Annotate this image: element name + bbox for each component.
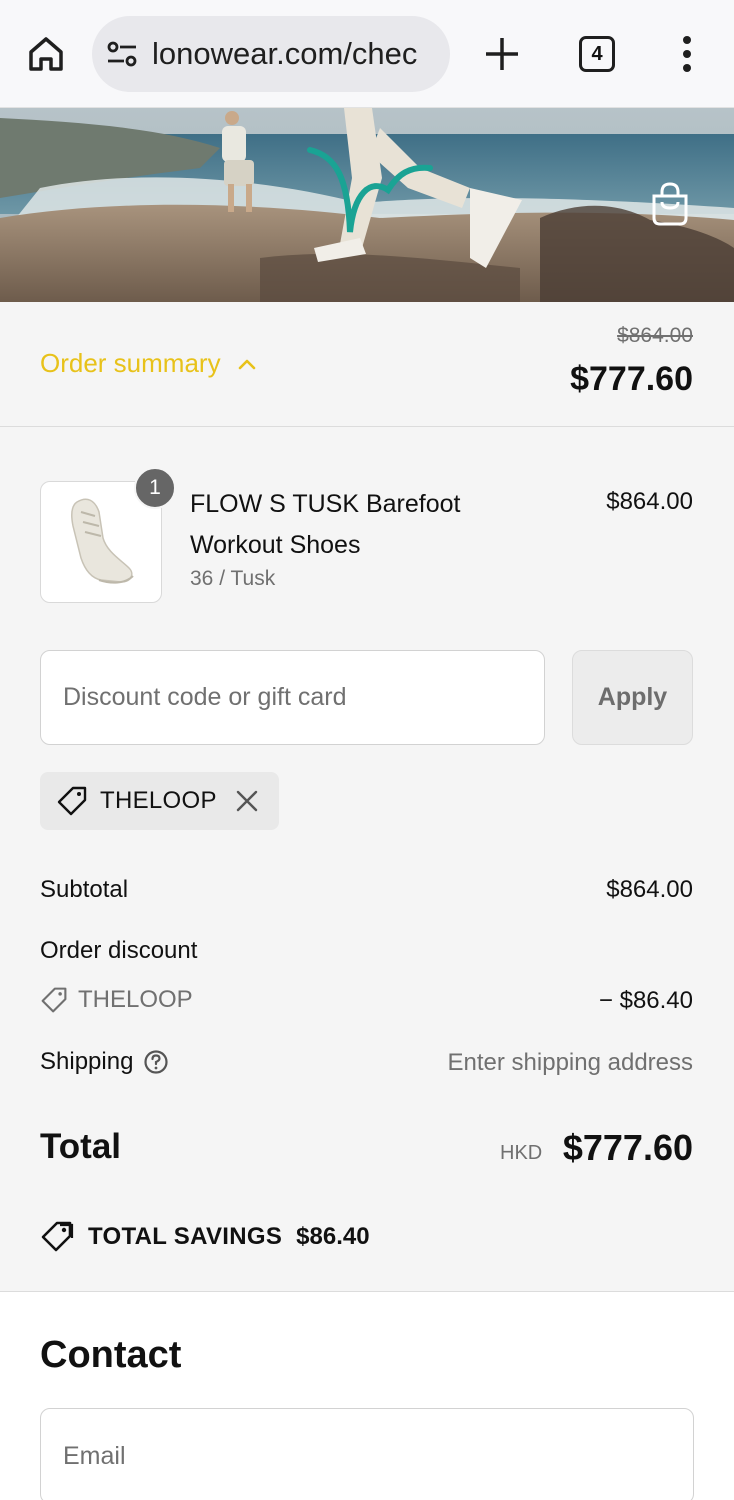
email-input[interactable] (40, 1408, 694, 1500)
remove-discount-icon[interactable] (235, 789, 259, 813)
shipping-label: Shipping (40, 1048, 134, 1075)
order-discount-code-text: THELOOP (78, 986, 193, 1013)
quantity-badge: 1 (134, 467, 176, 509)
order-summary-header: Order summary $864.00 $777.60 (0, 302, 734, 427)
subtotal-value: $864.00 (606, 876, 693, 903)
home-icon[interactable] (24, 32, 68, 76)
total-savings-label: TOTAL SAVINGS (88, 1223, 283, 1250)
order-discount-value: − $86.40 (598, 987, 693, 1014)
browser-toolbar: lonowear.com/chec 4 (0, 0, 734, 108)
help-icon[interactable] (143, 1049, 169, 1075)
address-bar[interactable]: lonowear.com/chec (92, 16, 450, 92)
menu-icon[interactable] (672, 32, 702, 76)
chevron-up-icon (238, 359, 255, 369)
applied-discount-chip: THELOOP (40, 772, 279, 830)
total-savings: TOTAL SAVINGS $86.40 (40, 1220, 370, 1254)
shipping-row-label: Shipping (40, 1048, 169, 1076)
url-text[interactable]: lonowear.com/chec (152, 36, 417, 72)
discount-code-input[interactable] (40, 650, 545, 745)
total-value: $777.60 (562, 1127, 693, 1168)
tab-count: 4 (591, 42, 603, 65)
apply-discount-button[interactable]: Apply (572, 650, 693, 745)
contact-section: Contact (0, 1291, 734, 1500)
discounted-total: $777.60 (570, 360, 693, 398)
new-tab-icon[interactable] (480, 32, 524, 76)
product-price: $864.00 (606, 488, 693, 515)
original-total: $864.00 (617, 324, 693, 347)
subtotal-label: Subtotal (40, 876, 129, 903)
product-name: FLOW S TUSK Barefoot Workout Shoes (190, 490, 461, 559)
applied-discount-code: THELOOP (100, 787, 217, 814)
order-discount-label: Order discount (40, 937, 198, 964)
order-summary-label: Order summary (40, 348, 221, 378)
shipping-value: Enter shipping address (447, 1049, 693, 1076)
total-savings-value: $86.40 (296, 1223, 370, 1250)
tag-icon (41, 987, 67, 1013)
total-label: Total (40, 1127, 122, 1166)
order-summary-toggle[interactable]: Order summary (40, 348, 257, 379)
shopping-bag-icon[interactable] (648, 180, 692, 228)
product-variant: 36 / Tusk (190, 567, 276, 590)
tag-icon (57, 786, 87, 816)
order-discount-code: THELOOP (40, 986, 193, 1014)
hero-image (0, 108, 734, 302)
site-settings-icon[interactable] (104, 36, 140, 72)
total-currency: HKD (500, 1142, 543, 1164)
tab-switcher-icon[interactable]: 4 (579, 36, 615, 72)
contact-title: Contact (40, 1334, 182, 1376)
savings-tag-icon (41, 1221, 74, 1252)
hero-banner (0, 108, 734, 302)
